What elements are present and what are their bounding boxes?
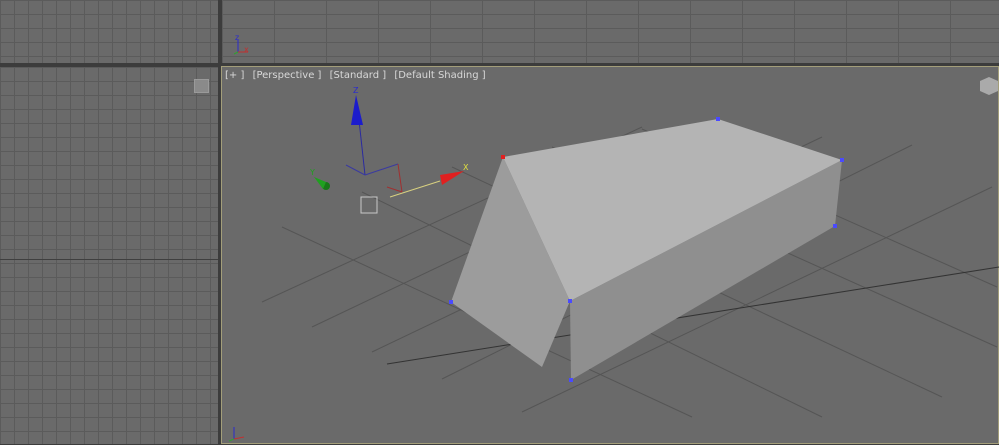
viewport-perspective[interactable]: [+ ] [Perspective ] [Standard ] [Default… (221, 66, 999, 444)
box-object (451, 119, 842, 380)
viewport-left[interactable] (0, 67, 218, 444)
z-axis-label: Z (353, 86, 359, 95)
perspective-scene: Z X Y (228, 77, 999, 442)
viewport-front[interactable]: zx (222, 0, 999, 63)
x-axis-label: X (463, 163, 469, 172)
axis-tripod-icon (228, 427, 245, 442)
y-axis-label: Y (309, 168, 315, 177)
viewport-menu-button[interactable] (194, 79, 209, 93)
axis-tripod-icon: zx (233, 33, 249, 55)
viewport-divider (0, 259, 218, 260)
move-gizmo: Z X Y (309, 86, 469, 214)
viewcube-icon[interactable] (980, 77, 998, 95)
svg-text:x: x (244, 45, 249, 54)
svg-text:z: z (235, 33, 239, 42)
viewport-top[interactable] (0, 0, 218, 63)
